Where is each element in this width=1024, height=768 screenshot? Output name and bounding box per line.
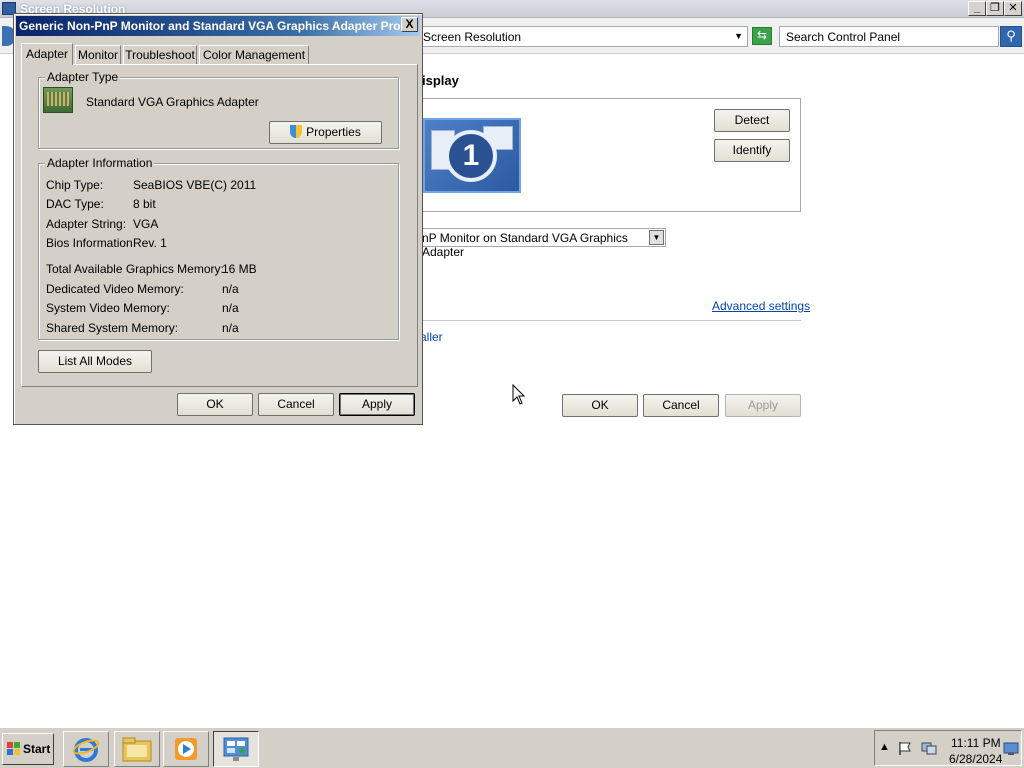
dac-type-value: 8 bit (133, 197, 156, 211)
adapter-type-label: Adapter Type (45, 70, 121, 84)
action-center-flag-icon[interactable] (897, 740, 913, 756)
tab-troubleshoot[interactable]: Troubleshoot (123, 45, 197, 64)
monitor-1-preview[interactable]: 1 (423, 118, 521, 193)
detect-button[interactable]: Detect (714, 109, 790, 132)
dialog-cancel-button[interactable]: Cancel (258, 393, 334, 416)
search-icon[interactable]: ⚲ (1000, 26, 1022, 47)
shield-icon (290, 125, 303, 138)
adapter-info-label: Adapter Information (45, 156, 155, 170)
internet-explorer-taskbar-button[interactable] (63, 731, 109, 767)
clock-time[interactable]: 11:11 PM (951, 736, 1001, 750)
close-icon[interactable]: X (401, 17, 418, 32)
adapter-info-group: Adapter Information Chip Type: SeaBIOS V… (38, 156, 399, 340)
system-tray: ▲ 11:11 PM 6/28/2024 (874, 730, 1022, 766)
monitor-number: 1 (445, 130, 497, 182)
mouse-cursor-icon (512, 384, 526, 405)
properties-button-label: Properties (306, 125, 361, 139)
adapter-type-group: Adapter Type Standard VGA Graphics Adapt… (38, 70, 399, 149)
windows-logo-icon (7, 742, 21, 756)
total-memory-label: Total Available Graphics Memory: (46, 262, 224, 276)
minimize-button[interactable]: _ (968, 1, 986, 16)
search-input[interactable]: Search Control Panel (779, 26, 999, 47)
start-label: Start (23, 742, 51, 756)
adapter-name: Standard VGA Graphics Adapter (86, 95, 259, 109)
folder-icon (122, 737, 152, 762)
control-panel-taskbar-button[interactable] (213, 731, 259, 767)
background-apply-button: Apply (725, 394, 801, 417)
network-icon[interactable] (921, 740, 937, 756)
explorer-taskbar-button[interactable] (114, 731, 160, 767)
properties-button[interactable]: Properties (269, 121, 382, 144)
bios-info-value: Rev. 1 (133, 236, 167, 250)
control-panel-icon (223, 737, 249, 761)
tab-monitor[interactable]: Monitor (75, 45, 121, 64)
taskbar: Start ▲ 11:11 PM 6/28/2024 (0, 726, 1024, 768)
system-memory-value: n/a (222, 301, 239, 315)
media-player-icon (175, 738, 197, 760)
identify-button[interactable]: Identify (714, 139, 790, 162)
tab-adapter[interactable]: Adapter (21, 43, 73, 65)
adapter-string-value: VGA (133, 217, 159, 231)
tab-color-management[interactable]: Color Management (199, 45, 309, 64)
page-heading: isplay (422, 73, 459, 88)
background-ok-button[interactable]: OK (562, 394, 638, 417)
background-cancel-button[interactable]: Cancel (643, 394, 719, 417)
refresh-icon[interactable]: ⇆ (752, 27, 772, 45)
display-select-value: nP Monitor on Standard VGA Graphics Adap… (422, 231, 628, 259)
adapter-properties-dialog: Generic Non-PnP Monitor and Standard VGA… (13, 13, 423, 425)
shared-memory-value: n/a (222, 321, 239, 335)
restore-button[interactable]: ❐ (986, 1, 1004, 16)
start-button[interactable]: Start (2, 733, 54, 765)
show-hidden-icons-icon[interactable]: ▲ (879, 741, 890, 753)
chevron-down-icon[interactable]: ▼ (649, 230, 664, 245)
dialog-apply-button[interactable]: Apply (339, 393, 415, 416)
graphics-card-icon (43, 87, 73, 113)
dialog-ok-button[interactable]: OK (177, 393, 253, 416)
display-select[interactable]: nP Monitor on Standard VGA Graphics Adap… (420, 228, 666, 259)
make-text-smaller-link[interactable]: aller (420, 330, 443, 344)
advanced-settings-link[interactable]: Advanced settings (712, 299, 810, 313)
address-bar[interactable]: Screen Resolution ▼ (420, 26, 748, 47)
adapter-tab-panel: Adapter Type Standard VGA Graphics Adapt… (21, 64, 418, 387)
divider (420, 320, 801, 321)
list-all-modes-button[interactable]: List All Modes (38, 350, 152, 373)
bios-info-label: Bios Information: (46, 236, 137, 250)
shared-memory-label: Shared System Memory: (46, 321, 179, 335)
media-player-taskbar-button[interactable] (163, 731, 209, 767)
chip-type-value: SeaBIOS VBE(C) 2011 (133, 178, 257, 192)
total-memory-value: 16 MB (222, 262, 257, 276)
chip-type-label: Chip Type: (46, 178, 104, 192)
show-desktop-icon[interactable] (1003, 741, 1019, 757)
clock-date[interactable]: 6/28/2024 (949, 752, 1002, 766)
dialog-title: Generic Non-PnP Monitor and Standard VGA… (16, 16, 420, 36)
adapter-string-label: Adapter String: (46, 217, 127, 231)
internet-explorer-icon (72, 738, 100, 762)
address-text: Screen Resolution (423, 30, 522, 44)
dac-type-label: DAC Type: (46, 197, 104, 211)
chevron-down-icon[interactable]: ▼ (734, 31, 743, 41)
dedicated-memory-value: n/a (222, 282, 239, 296)
close-window-button[interactable]: ✕ (1004, 1, 1022, 16)
system-memory-label: System Video Memory: (46, 301, 170, 315)
dedicated-memory-label: Dedicated Video Memory: (46, 282, 184, 296)
